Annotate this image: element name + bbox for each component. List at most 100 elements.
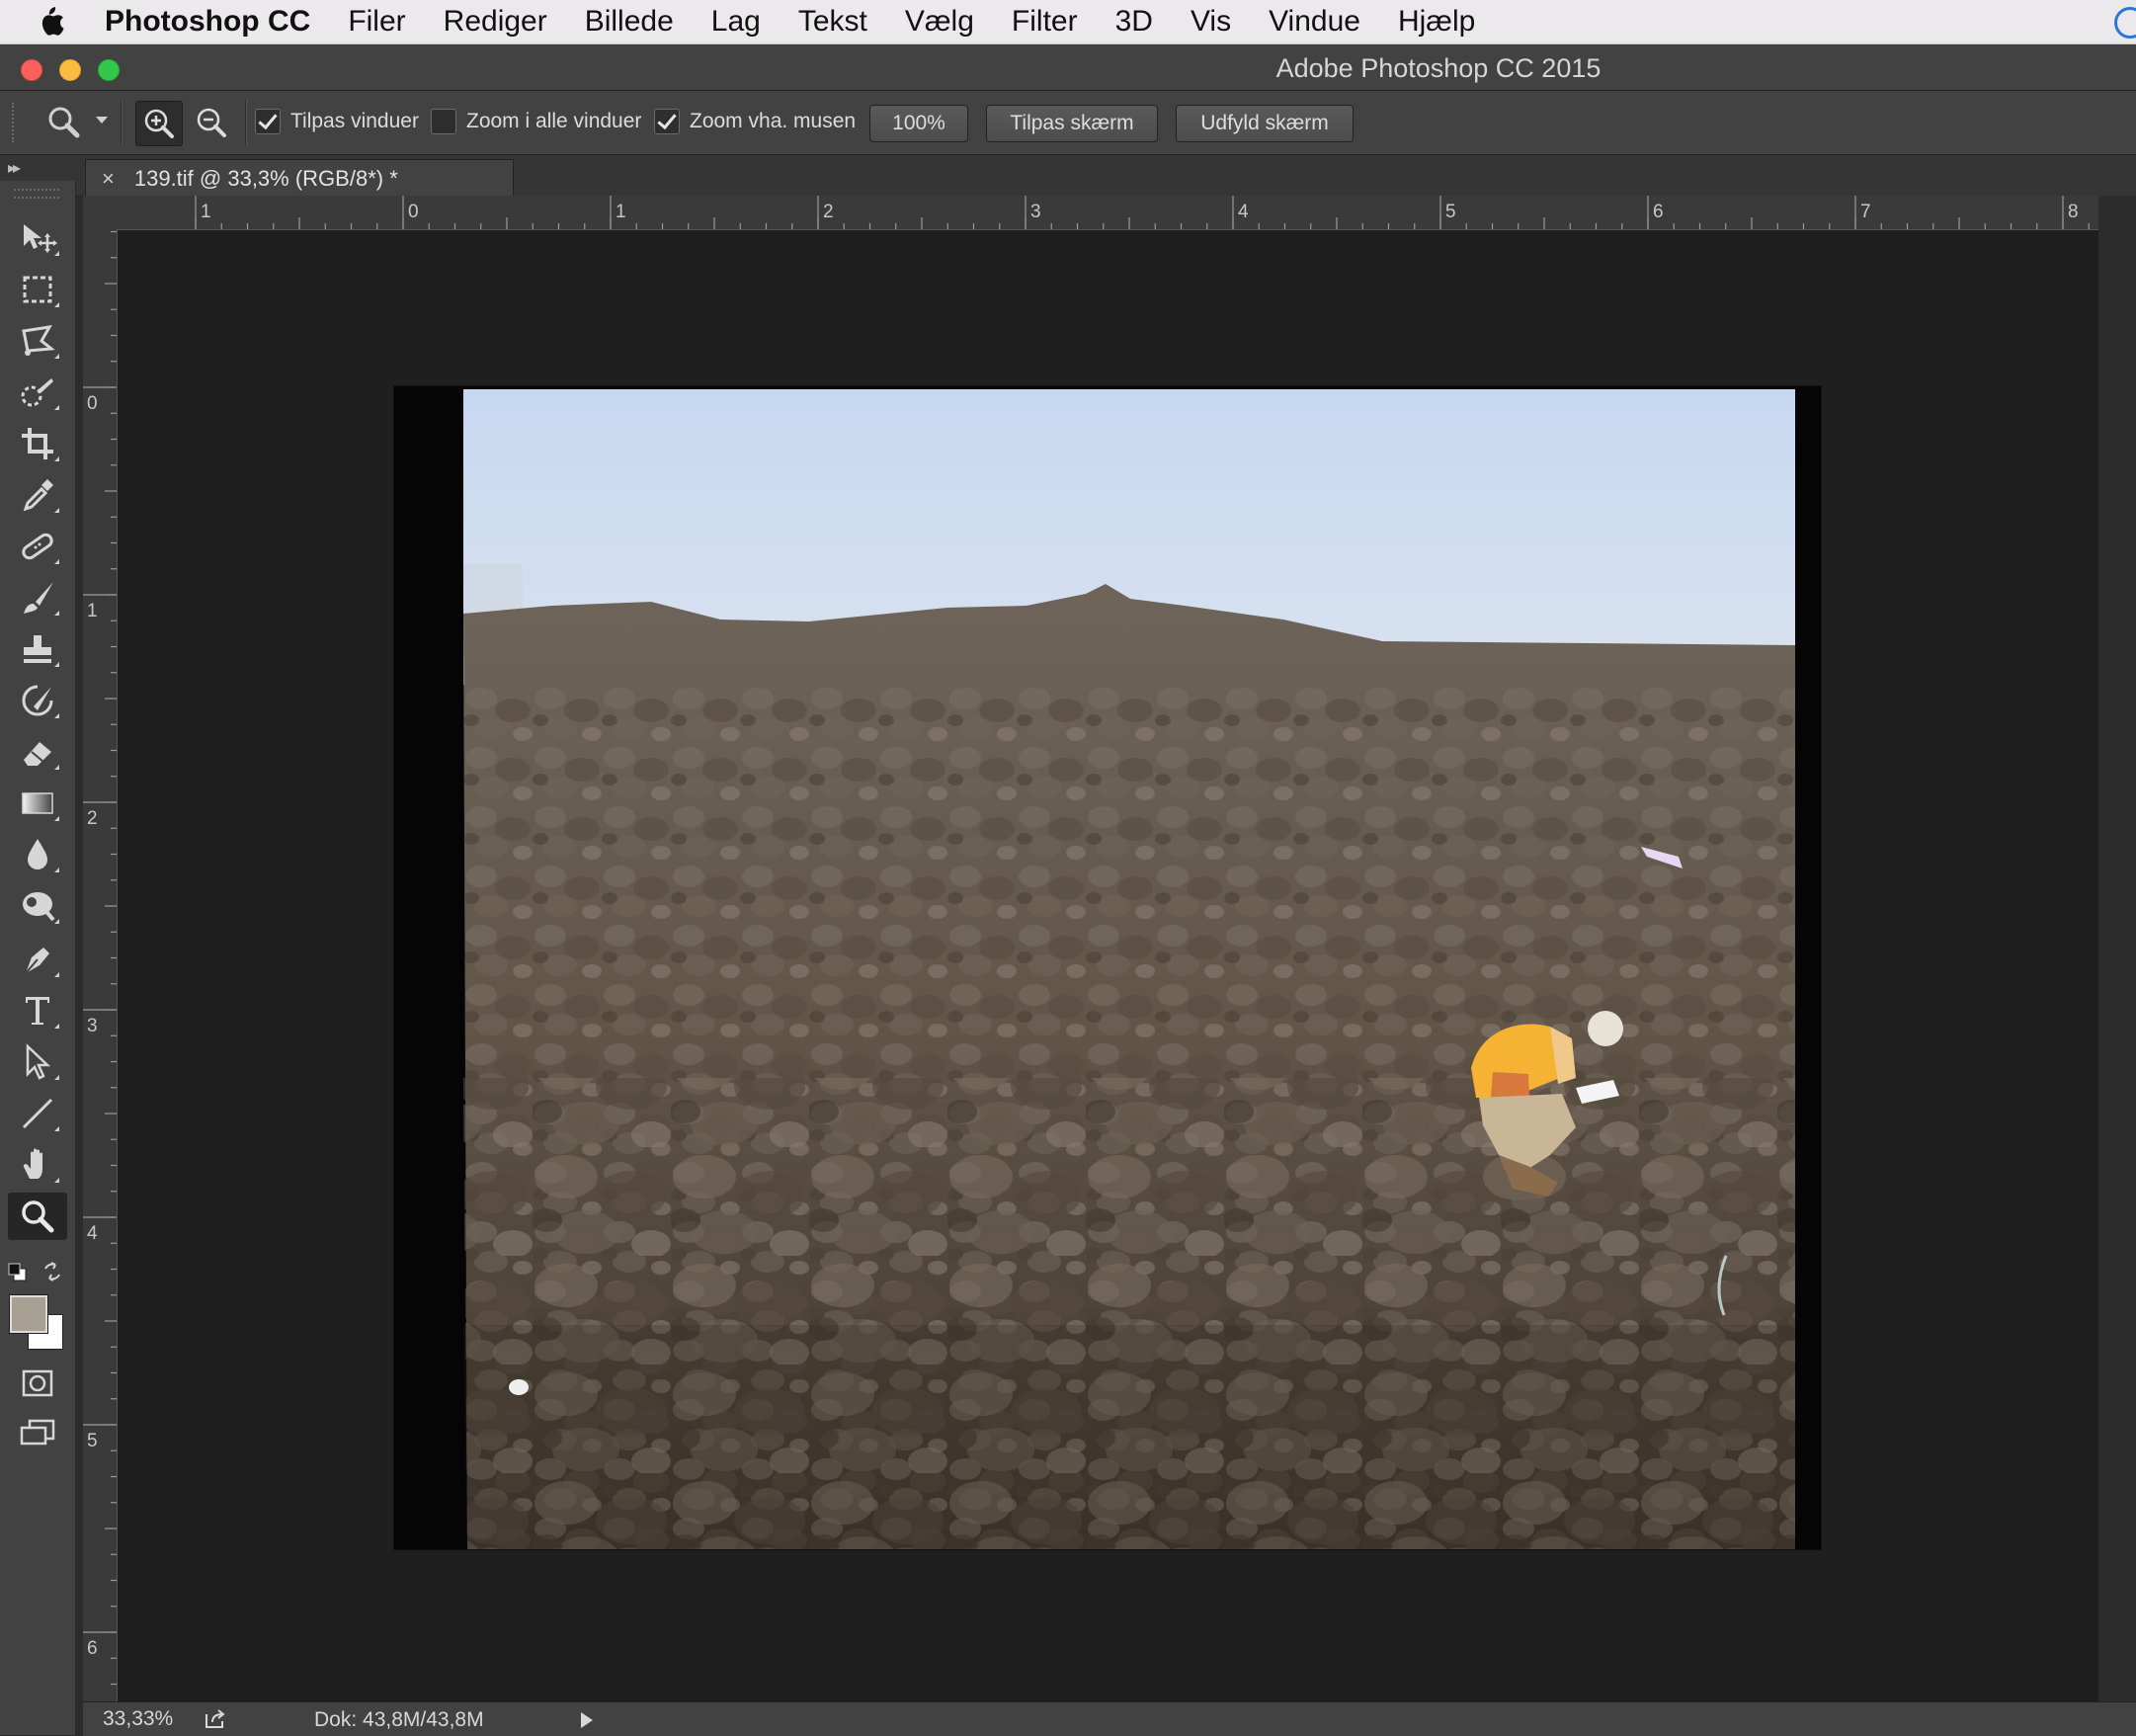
arrow-icon — [26, 1043, 51, 1080]
line-tool[interactable] — [8, 1090, 67, 1137]
eyedropper-icon — [23, 479, 53, 512]
type-tool[interactable] — [8, 987, 67, 1034]
vertical-ruler-ticks: 0 1 2 3 4 5 6 — [83, 230, 117, 1686]
menu-vindue[interactable]: Vindue — [1269, 5, 1360, 39]
status-menu-arrow-icon[interactable] — [581, 1712, 593, 1728]
ruler-label: 0 — [408, 202, 419, 222]
droplet-icon — [28, 839, 47, 869]
zoom-out-button[interactable] — [189, 101, 234, 144]
gradient-icon — [22, 792, 53, 814]
magnifier-icon — [22, 1200, 54, 1233]
dodge-tool[interactable] — [8, 882, 67, 930]
menu-filer[interactable]: Filer — [348, 5, 405, 39]
clone-stamp-tool[interactable] — [8, 625, 67, 673]
horizontal-ruler-ticks: 1 0 1 2 3 4 5 6 7 8 — [195, 196, 2090, 229]
horizontal-ruler[interactable]: 1 0 1 2 3 4 5 6 7 8 — [117, 196, 2098, 230]
checkbox-label: Zoom vha. musen — [690, 110, 857, 132]
bandage-icon — [22, 533, 53, 560]
marquee-tool[interactable] — [8, 266, 67, 313]
screen-mode-icon[interactable] — [18, 1418, 57, 1447]
fit-screen-button[interactable]: Tilpas skærm — [986, 105, 1158, 142]
document-tab[interactable]: × 139.tif @ 33,3% (RGB/8*) * — [85, 159, 514, 197]
zoom-all-windows-checkbox[interactable]: Zoom i alle vinduer — [431, 109, 641, 134]
menu-filter[interactable]: Filter — [1012, 5, 1078, 39]
collapse-panels-icon[interactable]: ▸▸ — [8, 158, 21, 178]
ruler-origin[interactable] — [83, 196, 118, 230]
scrubby-zoom-checkbox[interactable]: Zoom vha. musen — [654, 109, 856, 134]
menu-rediger[interactable]: Rediger — [444, 5, 547, 39]
zoom-100-button[interactable]: 100% — [869, 105, 968, 142]
options-bar: Tilpas vinduer Zoom i alle vinduer Zoom … — [0, 91, 2136, 155]
pen-tool[interactable] — [8, 936, 67, 983]
menu-lag[interactable]: Lag — [711, 5, 761, 39]
ruler-label: 4 — [1238, 202, 1249, 222]
blur-tool[interactable] — [8, 831, 67, 878]
quick-selection-tool[interactable] — [8, 369, 67, 416]
checkbox-box[interactable] — [654, 109, 680, 134]
tools-panel-grip[interactable] — [14, 189, 59, 199]
document-tab-bar: × 139.tif @ 33,3% (RGB/8*) * — [75, 155, 2136, 197]
foreground-color-swatch[interactable] — [9, 1294, 48, 1334]
path-selection-tool[interactable] — [8, 1038, 67, 1086]
quick-mask-icon[interactable] — [18, 1368, 57, 1398]
polygonal-lasso-icon — [22, 325, 55, 356]
ruler-label: 5 — [87, 1431, 98, 1451]
ruler-label: 4 — [87, 1223, 98, 1244]
apple-icon[interactable] — [36, 5, 75, 39]
default-colors-icon[interactable] — [8, 1263, 28, 1282]
crop-icon — [22, 428, 53, 459]
ruler-label: 1 — [616, 202, 626, 222]
menu-app-name[interactable]: Photoshop CC — [105, 5, 310, 39]
menu-3d[interactable]: 3D — [1115, 5, 1153, 39]
options-bar-grip[interactable] — [12, 103, 18, 142]
zoom-level[interactable]: 33,33% — [103, 1707, 173, 1731]
options-separator — [245, 101, 247, 144]
menu-hjaelp[interactable]: Hjælp — [1398, 5, 1475, 39]
menu-billede[interactable]: Billede — [585, 5, 674, 39]
dodge-icon — [23, 892, 55, 922]
document-size: Dok: 43,8M/43,8M — [314, 1708, 484, 1731]
chevron-down-icon[interactable] — [96, 117, 108, 124]
eyedropper-tool[interactable] — [8, 471, 67, 519]
checkbox-box[interactable] — [431, 109, 456, 134]
ruler-label: 8 — [2068, 202, 2079, 222]
share-icon[interactable] — [204, 1708, 227, 1730]
hand-tool[interactable] — [8, 1141, 67, 1189]
ruler-label: 7 — [1860, 202, 1871, 222]
ruler-label: 3 — [87, 1016, 98, 1036]
document-image[interactable] — [394, 386, 1821, 1549]
ruler-label: 0 — [87, 393, 98, 414]
menu-vaelg[interactable]: Vælg — [905, 5, 974, 39]
zoom-in-button[interactable] — [135, 101, 183, 146]
gradient-tool[interactable] — [8, 780, 67, 827]
zoom-tool[interactable] — [8, 1193, 67, 1240]
eraser-tool[interactable] — [8, 728, 67, 776]
vertical-ruler[interactable]: 0 1 2 3 4 5 6 — [83, 229, 118, 1701]
checkbox-label: Zoom i alle vinduer — [466, 110, 642, 132]
type-icon — [26, 997, 49, 1025]
menu-tekst[interactable]: Tekst — [798, 5, 867, 39]
fill-screen-button[interactable]: Udfyld skærm — [1176, 105, 1354, 142]
healing-brush-tool[interactable] — [8, 523, 67, 570]
ruler-label: 2 — [823, 202, 834, 222]
tool-preset-picker-icon[interactable] — [43, 103, 83, 142]
menu-vis[interactable]: Vis — [1191, 5, 1231, 39]
swap-colors-icon[interactable] — [41, 1261, 63, 1282]
line-icon — [22, 1098, 53, 1129]
brush-tool[interactable] — [8, 574, 67, 621]
zoom-in-icon — [144, 109, 174, 138]
history-brush-icon — [22, 685, 53, 716]
history-brush-tool[interactable] — [8, 677, 67, 724]
lasso-tool[interactable] — [8, 317, 67, 365]
checkbox-box[interactable] — [255, 109, 281, 134]
status-menu-icon[interactable] — [2114, 7, 2136, 39]
crop-tool[interactable] — [8, 420, 67, 467]
vertical-scrollbar[interactable] — [2098, 196, 2136, 1701]
resize-windows-checkbox[interactable]: Tilpas vinduer — [255, 109, 419, 134]
stamp-icon — [24, 635, 51, 663]
title-bar: Adobe Photoshop CC 2015 — [0, 44, 2136, 91]
close-tab-icon[interactable]: × — [102, 166, 115, 192]
quick-selection-icon — [21, 378, 53, 407]
move-tool[interactable] — [8, 214, 67, 262]
ruler-label: 5 — [1445, 202, 1456, 222]
